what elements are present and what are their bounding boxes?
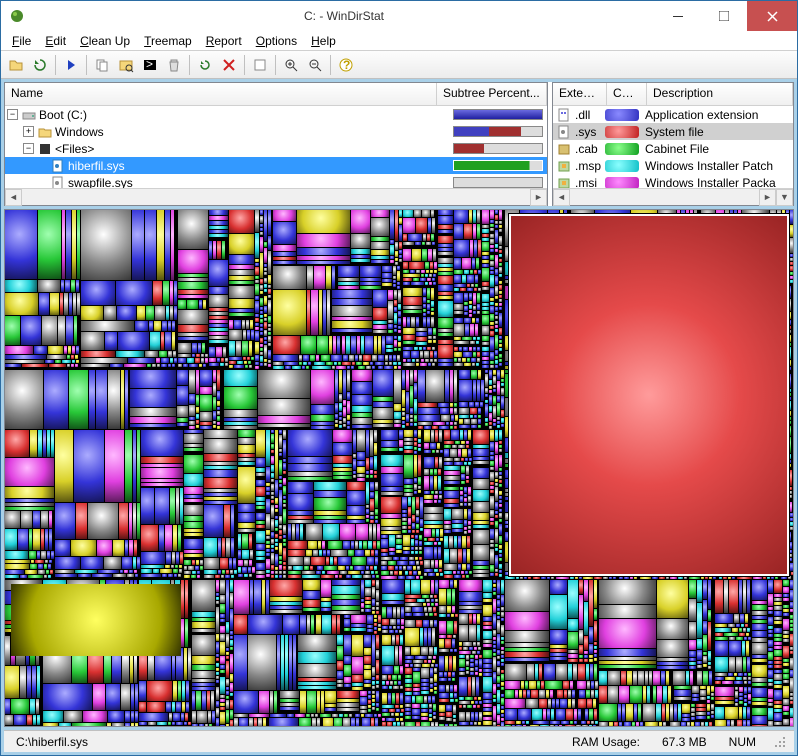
open-icon[interactable]: [5, 54, 27, 76]
file-icon: [557, 176, 571, 189]
play-icon[interactable]: [60, 54, 82, 76]
color-swatch: [605, 109, 639, 121]
recycle-bin-icon[interactable]: [163, 54, 185, 76]
tree-row-root[interactable]: − Boot (C:): [5, 106, 547, 123]
file-icon: [557, 142, 571, 156]
zoom-out-icon[interactable]: [304, 54, 326, 76]
menu-edit[interactable]: Edit: [38, 32, 73, 50]
ext-name: .msi: [575, 176, 605, 189]
tree-label: swapfile.sys: [68, 176, 133, 189]
menu-treemap[interactable]: Treemap: [137, 32, 199, 50]
file-icon: [51, 159, 65, 173]
ext-name: .sys: [575, 125, 605, 139]
ext-name: .msp: [575, 159, 605, 173]
drive-icon: [22, 108, 36, 122]
window-title: C: - WinDirStat: [33, 9, 655, 23]
color-swatch: [605, 143, 639, 155]
file-icon: [51, 176, 65, 189]
status-ram-value: 67.3 MB: [656, 735, 713, 749]
ext-name: .cab: [575, 142, 605, 156]
zoom-in-icon[interactable]: [280, 54, 302, 76]
resize-grip-icon[interactable]: [772, 734, 788, 750]
status-bar: C:\hiberfil.sys RAM Usage: 67.3 MB NUM: [4, 730, 794, 752]
maximize-button[interactable]: [701, 1, 747, 31]
delete-icon[interactable]: [218, 54, 240, 76]
collapse-icon[interactable]: −: [23, 143, 34, 154]
ext-desc: Application extension: [645, 108, 758, 122]
scroll-left-icon[interactable]: ◄: [553, 189, 570, 206]
column-name[interactable]: Name: [5, 83, 437, 105]
scroll-left-icon[interactable]: ◄: [5, 189, 22, 206]
treemap-selected-block[interactable]: [509, 214, 789, 576]
minimize-button[interactable]: [655, 1, 701, 31]
menu-bar: File Edit Clean Up Treemap Report Option…: [1, 31, 797, 51]
svg-text:>: >: [146, 57, 153, 71]
svg-text:?: ?: [343, 58, 350, 72]
close-button[interactable]: [747, 1, 797, 31]
ext-row-sys[interactable]: .sys System file: [553, 123, 793, 140]
status-num: NUM: [723, 735, 762, 749]
tree-label: <Files>: [55, 142, 94, 156]
copy-icon[interactable]: [91, 54, 113, 76]
status-ram-label: RAM Usage:: [566, 735, 646, 749]
ext-row-msp[interactable]: .msp Windows Installer Patch: [553, 157, 793, 174]
toolbar: > ?: [1, 51, 797, 79]
ext-desc: Windows Installer Patch: [645, 159, 773, 173]
menu-cleanup[interactable]: Clean Up: [73, 32, 137, 50]
scroll-right-icon[interactable]: ►: [530, 189, 547, 206]
directory-tree-pane[interactable]: Name Subtree Percent... − Boot (C:) + Wi…: [4, 82, 548, 206]
column-extension[interactable]: Extensi...: [553, 83, 607, 105]
scroll-down-icon[interactable]: ▼: [776, 189, 793, 206]
column-description[interactable]: Description: [647, 83, 793, 105]
menu-options[interactable]: Options: [249, 32, 304, 50]
help-icon[interactable]: ?: [335, 54, 357, 76]
tree-label: Boot (C:): [39, 108, 87, 122]
ext-desc: Cabinet File: [645, 142, 709, 156]
tree-row-files[interactable]: − <Files>: [5, 140, 547, 157]
menu-file[interactable]: File: [5, 32, 38, 50]
column-subtree-percent[interactable]: Subtree Percent...: [437, 83, 547, 105]
extension-list-pane[interactable]: Extensi... Col... Description .dll Appli…: [552, 82, 794, 206]
file-icon: [557, 159, 571, 173]
ext-name: .dll: [575, 108, 605, 122]
color-swatch: [605, 177, 639, 189]
collapse-icon[interactable]: −: [7, 109, 18, 120]
tree-label: Windows: [55, 125, 104, 139]
app-icon: [9, 8, 25, 24]
menu-report[interactable]: Report: [199, 32, 249, 50]
explorer-icon[interactable]: [115, 54, 137, 76]
file-icon: [557, 108, 571, 122]
scroll-right-icon[interactable]: ►: [759, 189, 776, 206]
refresh-all-icon[interactable]: [29, 54, 51, 76]
ext-row-msi[interactable]: .msi Windows Installer Packa: [553, 174, 793, 188]
tree-row-windows[interactable]: + Windows: [5, 123, 547, 140]
title-bar: C: - WinDirStat: [1, 1, 797, 31]
cmd-icon[interactable]: >: [139, 54, 161, 76]
tree-row-swapfile[interactable]: swapfile.sys: [5, 174, 547, 188]
expand-icon[interactable]: +: [23, 126, 34, 137]
treemap-view[interactable]: [4, 209, 794, 727]
tree-row-hiberfil[interactable]: hiberfil.sys: [5, 157, 547, 174]
refresh-icon[interactable]: [194, 54, 216, 76]
ext-desc: System file: [645, 125, 704, 139]
color-swatch: [605, 160, 639, 172]
color-swatch: [605, 126, 639, 138]
status-path: C:\hiberfil.sys: [10, 735, 556, 749]
ext-desc: Windows Installer Packa: [645, 176, 776, 189]
ext-row-cab[interactable]: .cab Cabinet File: [553, 140, 793, 157]
menu-help[interactable]: Help: [304, 32, 343, 50]
tree-label: hiberfil.sys: [68, 159, 125, 173]
ext-row-dll[interactable]: .dll Application extension: [553, 106, 793, 123]
file-icon: [557, 125, 571, 139]
properties-icon[interactable]: [249, 54, 271, 76]
folder-icon: [38, 125, 52, 139]
column-color[interactable]: Col...: [607, 83, 647, 105]
files-icon: [38, 142, 52, 156]
